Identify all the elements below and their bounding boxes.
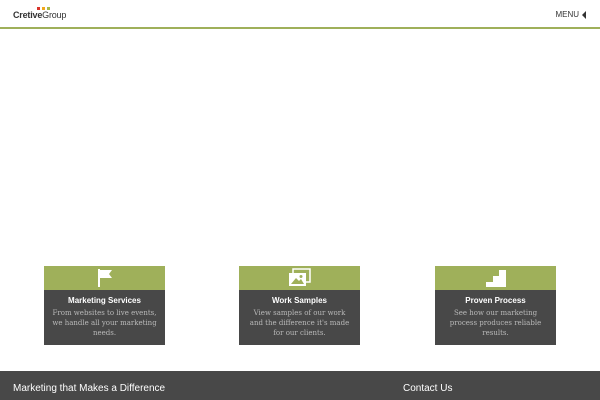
card-desc-line: See how our marketing [453, 309, 538, 317]
card-desc-line: for our clients. [273, 329, 326, 337]
card-desc-line: we handle all your marketing [52, 319, 157, 327]
logo-text-part1: Cre [13, 10, 28, 20]
site-header: CretiveGroup MENU [0, 0, 600, 29]
flag-icon [97, 269, 112, 287]
card-description: From websites to live events, we handle … [44, 308, 165, 338]
card-description: View samples of our work and the differe… [239, 308, 360, 338]
contact-us-link[interactable]: Contact Us [403, 383, 452, 394]
caret-left-icon [582, 10, 586, 19]
card-header [44, 266, 165, 290]
site-footer: Marketing that Makes a Difference Contac… [0, 371, 600, 400]
menu-label: MENU [555, 10, 579, 19]
logo-text-part3: Group [42, 10, 67, 20]
footer-tagline: Marketing that Makes a Difference [13, 383, 166, 394]
card-body: Marketing Services From websites to live… [44, 290, 165, 345]
menu-button[interactable]: MENU [555, 10, 586, 19]
card-description: See how our marketing process produces r… [435, 308, 556, 338]
card-header [435, 266, 556, 290]
card-header [239, 266, 360, 290]
card-work-samples[interactable]: Work Samples View samples of our work an… [239, 266, 360, 345]
logo-text-part2: tive [27, 10, 43, 20]
card-proven-process[interactable]: Proven Process See how our marketing pro… [435, 266, 556, 345]
card-title: Proven Process [465, 296, 526, 305]
logo-text: CretiveGroup [13, 10, 66, 20]
card-desc-line: View samples of our work [253, 309, 346, 317]
card-desc-line: and the difference it's made [249, 319, 350, 327]
card-body: Work Samples View samples of our work an… [239, 290, 360, 345]
card-desc-line: needs. [92, 329, 117, 337]
card-desc-line: From websites to live events, [52, 309, 157, 317]
card-body: Proven Process See how our marketing pro… [435, 290, 556, 345]
logo[interactable]: CretiveGroup [13, 6, 93, 22]
card-title: Marketing Services [68, 296, 141, 305]
steps-icon [485, 270, 506, 287]
card-desc-line: results. [482, 329, 509, 337]
card-desc-line: process produces reliable [449, 319, 542, 327]
image-gallery-icon [288, 268, 311, 286]
card-title: Work Samples [272, 296, 327, 305]
card-marketing-services[interactable]: Marketing Services From websites to live… [44, 266, 165, 345]
